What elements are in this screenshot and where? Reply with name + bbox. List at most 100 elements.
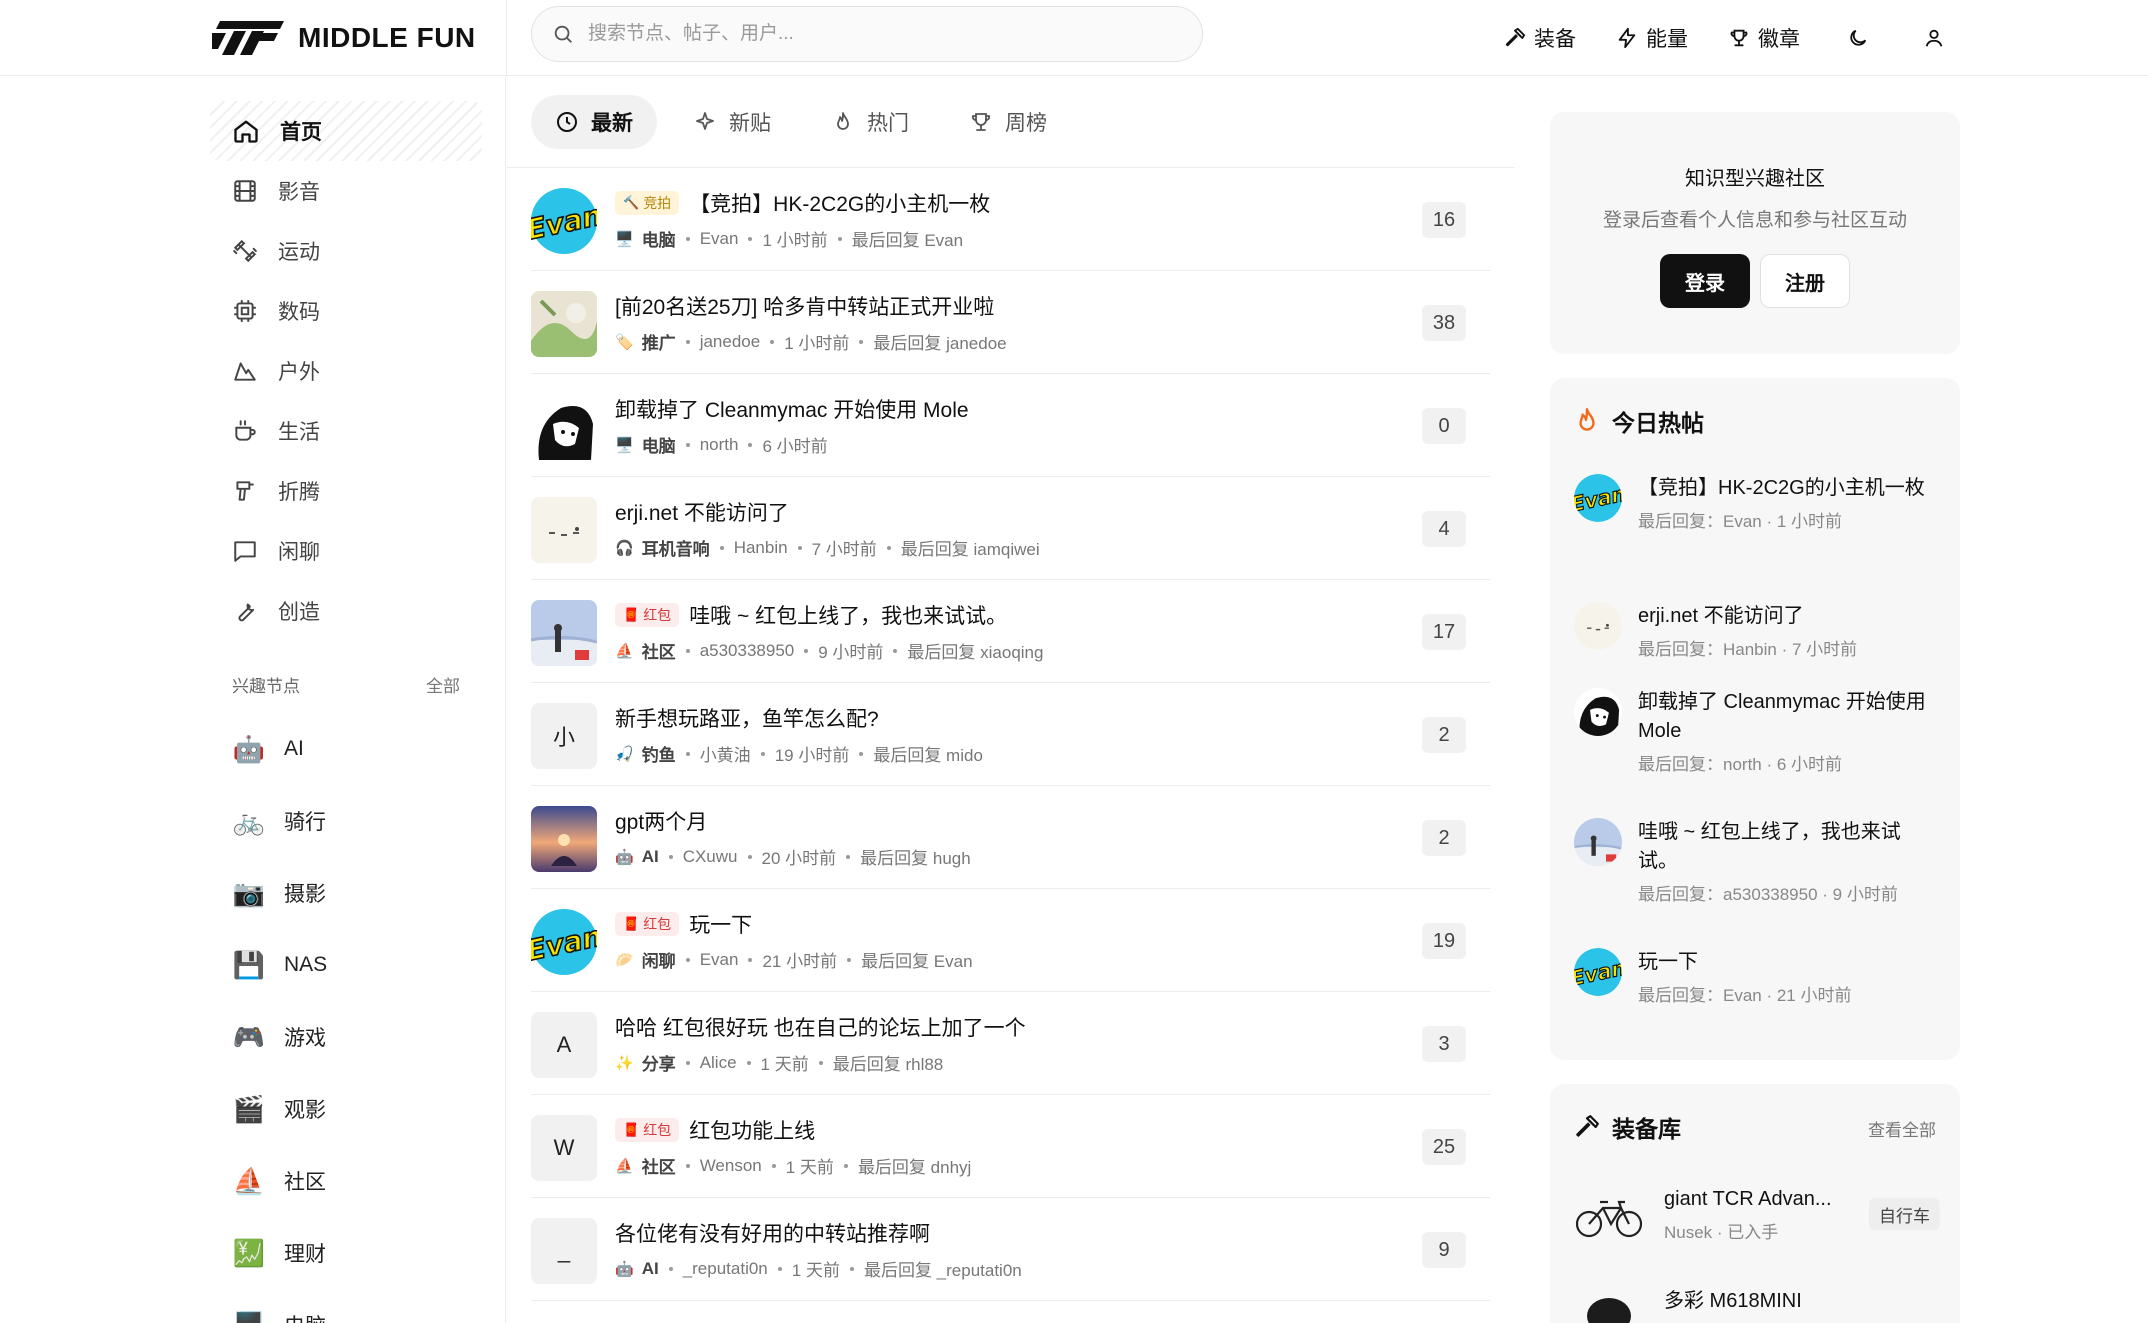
post-row[interactable]: 卸载掉了 Cleanmymac 开始使用 Mole 🖥️ 电脑 north 6 小时前 0: [531, 374, 1490, 477]
node-item-ai[interactable]: 🤖 AI: [232, 713, 482, 785]
post-row[interactable]: A 哈哈 红包很好玩 也在自己的论坛上加了一个 ✨ 分享 Alice 1 天前 最后回复 r…: [531, 992, 1490, 1095]
node-item-cycling[interactable]: 🚲 骑行: [232, 785, 482, 857]
post-node-link[interactable]: 🖥️ 电脑: [615, 226, 676, 251]
post-author[interactable]: Hanbin: [734, 538, 788, 558]
post-author[interactable]: 小黄油: [700, 741, 751, 766]
post-node-link[interactable]: ⛵ 社区: [615, 1153, 676, 1178]
post-author[interactable]: Evan: [700, 950, 739, 970]
post-title[interactable]: 哈哈 红包很好玩 也在自己的论坛上加了一个: [615, 1012, 1026, 1042]
post-author[interactable]: janedoe: [700, 332, 761, 352]
sidebar-item-outdoor[interactable]: 户外: [210, 341, 482, 401]
post-author[interactable]: Wenson: [700, 1156, 762, 1176]
post-avatar[interactable]: 小: [531, 703, 597, 769]
post-avatar[interactable]: W: [531, 1115, 597, 1181]
sidebar-item-life[interactable]: 生活: [210, 401, 482, 461]
node-item-finance[interactable]: 💹 理财: [232, 1217, 482, 1289]
post-avatar[interactable]: [531, 394, 597, 460]
post-title[interactable]: erji.net 不能访问了: [615, 497, 789, 527]
search-box[interactable]: [531, 6, 1203, 62]
tab-new[interactable]: 新贴: [669, 95, 795, 149]
post-row[interactable]: 🧧 红包 哇哦 ~ 红包上线了，我也来试试。 ⛵ 社区 a530338950 9 小时前 最后…: [531, 580, 1490, 683]
hot-post-title[interactable]: erji.net 不能访问了: [1638, 602, 1940, 631]
sidebar-item-media[interactable]: 影音: [210, 161, 482, 221]
post-avatar[interactable]: Evan: [531, 909, 597, 975]
post-node-link[interactable]: 🎣 钓鱼: [615, 741, 676, 766]
post-row[interactable]: _ 各位佬有没有好用的中转站推荐啊 🤖 AI _reputati0n 1 天前 最后回复 _…: [531, 1198, 1490, 1301]
theme-toggle-button[interactable]: [1840, 20, 1876, 56]
post-title[interactable]: [前20名送25刀] 哈多肯中转站正式开业啦: [615, 291, 994, 321]
post-row[interactable]: 小新手想玩路亚，鱼竿怎么配? 🎣 钓鱼 小黄油 19 小时前 最后回复 mido 2: [531, 683, 1490, 786]
node-item-computer[interactable]: 🖥️ 电脑: [232, 1289, 482, 1323]
user-button[interactable]: [1916, 20, 1952, 56]
login-button[interactable]: 登录: [1660, 254, 1750, 308]
hot-post-title[interactable]: 哇哦 ~ 红包上线了，我也来试试。: [1638, 818, 1940, 876]
post-row[interactable]: gpt两个月 🤖 AI CXuwu 20 小时前 最后回复 hugh 2: [531, 786, 1490, 889]
sidebar-item-create[interactable]: 创造: [210, 581, 482, 641]
sidebar-item-digital[interactable]: 数码: [210, 281, 482, 341]
post-avatar[interactable]: A: [531, 1012, 597, 1078]
tab-latest[interactable]: 最新: [531, 95, 657, 149]
post-title[interactable]: 新手想玩路亚，鱼竿怎么配?: [615, 703, 879, 733]
hot-post-item[interactable]: Evan 【竞拍】HK-2C2G的小主机一枚 最后回复：Evan · 1 小时前: [1574, 474, 1940, 532]
post-title[interactable]: 哇哦 ~ 红包上线了，我也来试试。: [689, 600, 1007, 630]
post-title[interactable]: 红包功能上线: [689, 1115, 815, 1145]
post-author[interactable]: CXuwu: [683, 847, 738, 867]
post-title[interactable]: 各位佬有没有好用的中转站推荐啊: [615, 1218, 930, 1248]
post-node-link[interactable]: 🥟 闲聊: [615, 947, 676, 972]
post-avatar[interactable]: [531, 497, 597, 563]
node-item-movies[interactable]: 🎬 观影: [232, 1073, 482, 1145]
post-node-link[interactable]: 🖥️ 电脑: [615, 432, 676, 457]
post-avatar[interactable]: _: [531, 1218, 597, 1284]
hot-post-item[interactable]: erji.net 不能访问了 最后回复：Hanbin · 7 小时前: [1574, 602, 1940, 660]
sidebar-item-home[interactable]: 首页: [210, 101, 482, 161]
post-author[interactable]: north: [700, 435, 739, 455]
gear-item[interactable]: 多彩 M618MINI: [1574, 1280, 1940, 1323]
nodes-all-link[interactable]: 全部: [426, 672, 460, 697]
post-avatar[interactable]: [531, 806, 597, 872]
post-row[interactable]: erji.net 不能访问了 🎧 耳机音响 Hanbin 7 小时前 最后回复 iamqi…: [531, 477, 1490, 580]
post-author[interactable]: Alice: [700, 1053, 737, 1073]
post-title[interactable]: 卸载掉了 Cleanmymac 开始使用 Mole: [615, 394, 969, 424]
sidebar-item-tinker[interactable]: 折腾: [210, 461, 482, 521]
post-node-link[interactable]: ⛵ 社区: [615, 638, 676, 663]
post-avatar[interactable]: [531, 291, 597, 357]
node-item-games[interactable]: 🎮 游戏: [232, 1001, 482, 1073]
node-item-photo[interactable]: 📷 摄影: [232, 857, 482, 929]
post-row[interactable]: Evan 🔨 竞拍 【竞拍】HK-2C2G的小主机一枚 🖥️ 电脑 Evan 1 小时前 最后回…: [531, 168, 1490, 271]
post-author[interactable]: Evan: [700, 229, 739, 249]
post-row[interactable]: [前20名送25刀] 哈多肯中转站正式开业啦 🏷️ 推广 janedoe 1 小时前 最后…: [531, 271, 1490, 374]
post-row[interactable]: W 🧧 红包 红包功能上线 ⛵ 社区 Wenson 1 天前 最后回复 dnhyj 25: [531, 1095, 1490, 1198]
hot-post-item[interactable]: Evan 玩一下 最后回复：Evan · 21 小时前: [1574, 948, 1940, 1006]
hot-post-item[interactable]: 卸载掉了 Cleanmymac 开始使用 Mole 最后回复：north · 6 …: [1574, 688, 1940, 775]
post-node-link[interactable]: ✨ 分享: [615, 1050, 676, 1075]
gear-view-all-link[interactable]: 查看全部: [1868, 1116, 1936, 1141]
tab-weekly[interactable]: 周榜: [945, 95, 1071, 149]
post-author[interactable]: a530338950: [700, 641, 795, 661]
gear-item[interactable]: giant TCR Advan... Nusek · 已入手 自行车: [1574, 1184, 1940, 1254]
post-node-link[interactable]: 🤖 AI: [615, 1259, 659, 1279]
register-button[interactable]: 注册: [1760, 254, 1850, 308]
top-nav-gear[interactable]: 装备: [1504, 23, 1576, 53]
post-title[interactable]: 玩一下: [689, 909, 752, 939]
post-author[interactable]: _reputati0n: [683, 1259, 768, 1279]
hot-post-item[interactable]: 哇哦 ~ 红包上线了，我也来试试。 最后回复：a530338950 · 9 小时前: [1574, 818, 1940, 905]
tab-hot[interactable]: 热门: [807, 95, 933, 149]
sidebar-item-chat[interactable]: 闲聊: [210, 521, 482, 581]
post-avatar[interactable]: Evan: [531, 188, 597, 254]
top-nav-badges[interactable]: 徽章: [1728, 23, 1800, 53]
node-item-community[interactable]: ⛵ 社区: [232, 1145, 482, 1217]
post-title[interactable]: gpt两个月: [615, 806, 707, 836]
post-row[interactable]: Evan 🧧 红包 玩一下 🥟 闲聊 Evan 21 小时前 最后回复 Evan 19: [531, 889, 1490, 992]
brand-logo[interactable]: MIDDLE FUN: [212, 16, 476, 60]
post-title[interactable]: 【竞拍】HK-2C2G的小主机一枚: [689, 188, 990, 218]
post-node-link[interactable]: 🏷️ 推广: [615, 329, 676, 354]
hot-post-title[interactable]: 卸载掉了 Cleanmymac 开始使用 Mole: [1638, 688, 1940, 746]
post-avatar[interactable]: [531, 600, 597, 666]
node-item-nas[interactable]: 💾 NAS: [232, 929, 482, 1001]
post-node-link[interactable]: 🎧 耳机音响: [615, 535, 710, 560]
sidebar-item-sports[interactable]: 运动: [210, 221, 482, 281]
top-nav-energy[interactable]: 能量: [1616, 23, 1688, 53]
hot-post-title[interactable]: 【竞拍】HK-2C2G的小主机一枚: [1638, 474, 1940, 503]
search-input[interactable]: [588, 23, 1148, 45]
post-node-link[interactable]: 🤖 AI: [615, 847, 659, 867]
